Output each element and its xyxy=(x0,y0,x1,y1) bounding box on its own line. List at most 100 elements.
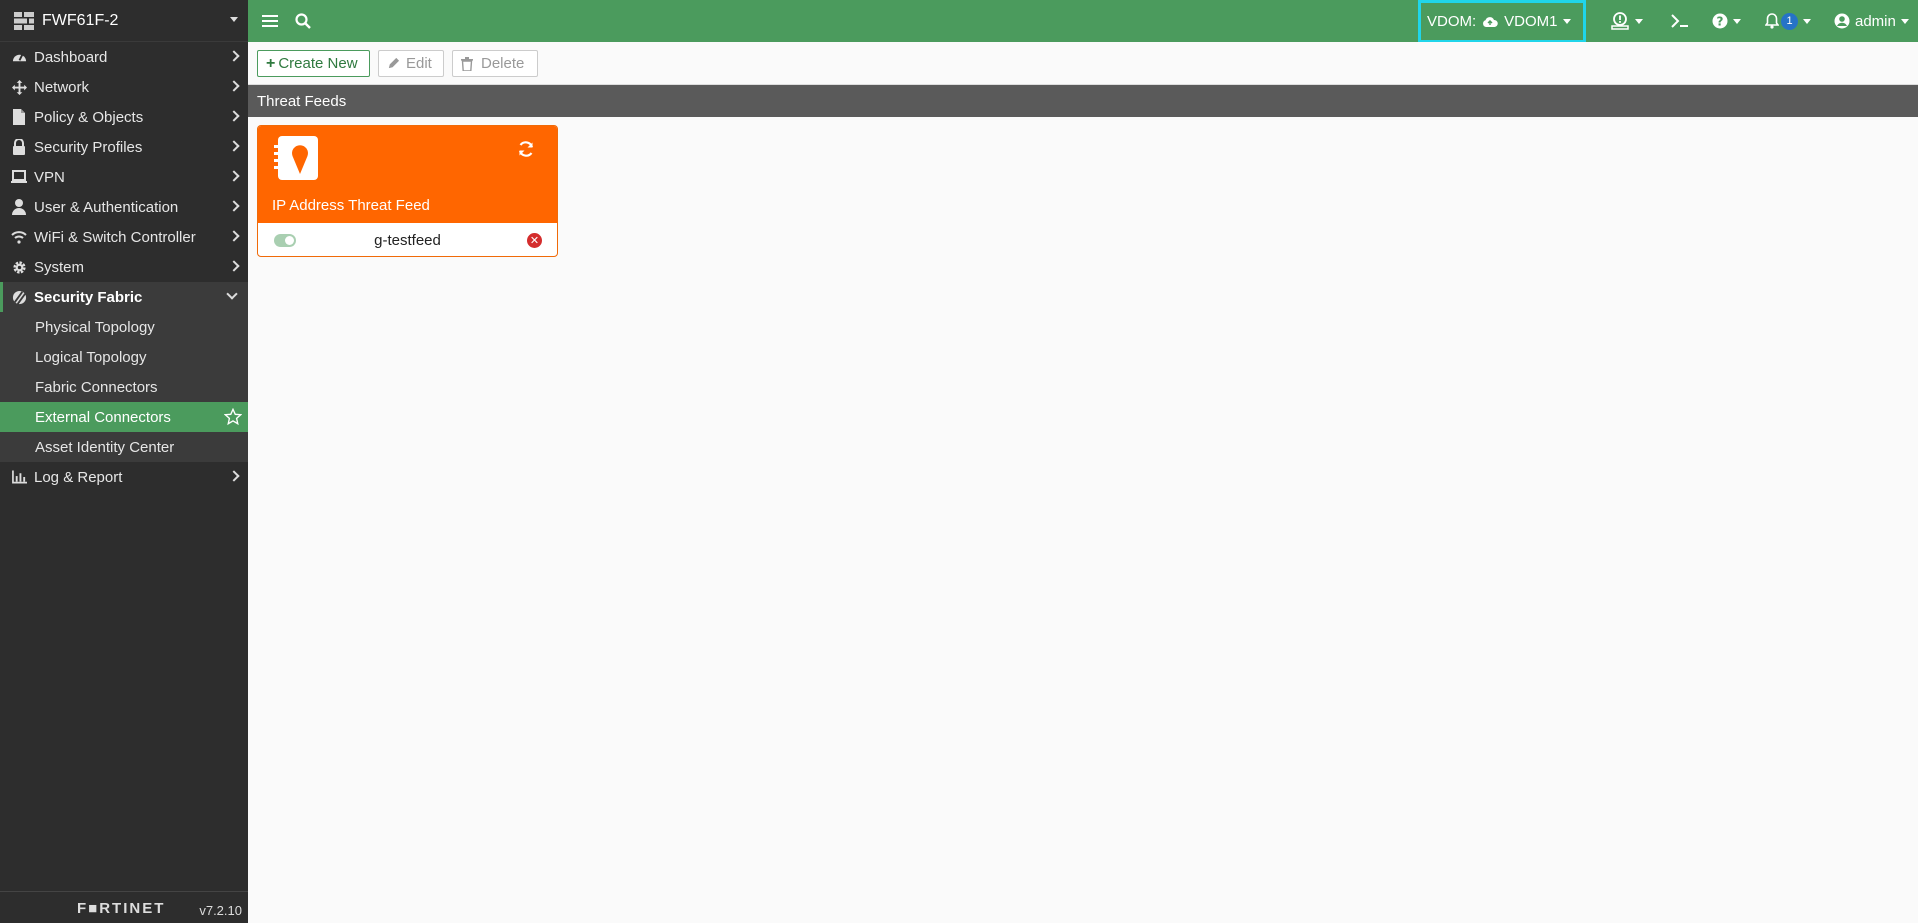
search-button[interactable] xyxy=(295,0,311,42)
nav-label: Fabric Connectors xyxy=(35,378,158,396)
menu-toggle-button[interactable] xyxy=(262,0,278,42)
nav-label: Physical Topology xyxy=(35,318,155,336)
firewall-icon xyxy=(14,11,34,30)
nav-user-authentication[interactable]: User & Authentication xyxy=(0,192,248,222)
caret-down-icon xyxy=(1803,18,1811,24)
version-label: v7.2.10 xyxy=(199,903,242,918)
device-selector[interactable]: FWF61F-2 xyxy=(0,0,248,42)
chevron-right-icon xyxy=(228,140,240,152)
nav-label: Dashboard xyxy=(34,48,108,66)
chevron-right-icon xyxy=(228,470,240,482)
edit-button[interactable]: Edit xyxy=(378,50,444,77)
nav-label: System xyxy=(34,258,85,276)
cli-console-button[interactable] xyxy=(1671,0,1689,42)
nav-fabric-connectors[interactable]: Fabric Connectors xyxy=(0,372,248,402)
nav-label: Asset Identity Center xyxy=(35,438,175,456)
address-book-icon xyxy=(274,136,318,180)
chevron-right-icon xyxy=(228,170,240,182)
nav-system[interactable]: System xyxy=(0,252,248,282)
user-name: admin xyxy=(1855,12,1896,30)
card-entry[interactable]: g-testfeed ✕ xyxy=(258,223,557,256)
star-favorite-icon[interactable] xyxy=(224,408,242,426)
nav-security-profiles[interactable]: Security Profiles xyxy=(0,132,248,162)
section-title: Threat Feeds xyxy=(257,92,347,110)
fortinet-logo: F■RTINET xyxy=(77,900,166,917)
sidebar-footer: F■RTINET v7.2.10 xyxy=(0,891,248,923)
chevron-right-icon xyxy=(228,110,240,122)
toolbar: + Create New Edit Delete xyxy=(248,42,1918,85)
nav-security-fabric[interactable]: Security Fabric xyxy=(0,282,248,312)
nav-label: External Connectors xyxy=(35,408,171,426)
wifi-icon xyxy=(11,229,27,245)
vdom-selector[interactable]: VDOM: VDOM1 xyxy=(1418,0,1586,43)
chevron-right-icon xyxy=(228,200,240,212)
card-title: IP Address Threat Feed xyxy=(272,197,430,214)
nav-label: Policy & Objects xyxy=(34,108,144,126)
bell-icon xyxy=(1765,13,1779,29)
feed-name: g-testfeed xyxy=(374,232,441,249)
search-icon xyxy=(295,13,311,29)
dashboard-icon xyxy=(11,49,27,65)
sidebar: FWF61F-2 Dashboard Network Policy & Obje… xyxy=(0,0,248,923)
nav-label: WiFi & Switch Controller xyxy=(34,228,196,246)
nav-label: Security Fabric xyxy=(34,288,143,306)
nav-physical-topology[interactable]: Physical Topology xyxy=(0,312,248,342)
svg-text:?: ? xyxy=(1717,15,1724,29)
remove-icon[interactable]: ✕ xyxy=(527,233,542,248)
nav-dashboard[interactable]: Dashboard xyxy=(0,42,248,72)
vdom-value: VDOM1 xyxy=(1504,13,1558,30)
vdom-label: VDOM: xyxy=(1427,13,1477,30)
nav-network[interactable]: Network xyxy=(0,72,248,102)
device-name: FWF61F-2 xyxy=(42,11,119,29)
help-button[interactable]: ? xyxy=(1712,0,1741,42)
delete-button[interactable]: Delete xyxy=(452,50,538,77)
notifications-button[interactable]: 1 xyxy=(1765,0,1811,42)
nav-policy-objects[interactable]: Policy & Objects xyxy=(0,102,248,132)
bar-chart-icon xyxy=(11,469,27,485)
laptop-icon xyxy=(11,169,27,185)
nav-external-connectors[interactable]: External Connectors xyxy=(0,402,248,432)
delete-label: Delete xyxy=(481,55,525,72)
threat-feed-card[interactable]: IP Address Threat Feed g-testfeed ✕ xyxy=(257,125,558,257)
nav-wifi-switch[interactable]: WiFi & Switch Controller xyxy=(0,222,248,252)
arrows-move-icon xyxy=(11,79,27,95)
chevron-right-icon xyxy=(228,230,240,242)
section-header: Threat Feeds xyxy=(248,85,1918,117)
plus-icon: + xyxy=(266,54,276,72)
gear-icon xyxy=(11,259,27,275)
nav-vpn[interactable]: VPN xyxy=(0,162,248,192)
create-new-label: Create New xyxy=(278,55,358,72)
nav-label: Security Profiles xyxy=(34,138,143,156)
chevron-down-icon xyxy=(226,288,238,300)
help-icon: ? xyxy=(1712,13,1728,29)
cloud-icon xyxy=(1483,16,1498,27)
chevron-right-icon xyxy=(228,50,240,62)
security-fabric-icon xyxy=(11,289,27,305)
caret-down-icon xyxy=(1733,18,1741,24)
nav-label: Logical Topology xyxy=(35,348,147,366)
create-new-button[interactable]: + Create New xyxy=(257,50,370,77)
caret-down-icon xyxy=(1635,18,1643,24)
chevron-right-icon xyxy=(228,260,240,272)
nav-label: Network xyxy=(34,78,90,96)
pencil-icon xyxy=(388,57,400,69)
trash-icon xyxy=(461,56,473,71)
nav-asset-identity-center[interactable]: Asset Identity Center xyxy=(0,432,248,462)
nav-label: User & Authentication xyxy=(34,198,179,216)
caret-down-icon xyxy=(1900,18,1909,24)
enable-toggle[interactable] xyxy=(274,234,296,247)
refresh-icon[interactable] xyxy=(517,140,535,158)
lock-icon xyxy=(11,139,27,155)
alert-monitor-icon xyxy=(1611,12,1629,30)
caret-down-icon xyxy=(230,17,238,22)
nav-log-report[interactable]: Log & Report xyxy=(0,462,248,492)
user-menu-button[interactable]: admin xyxy=(1834,0,1909,42)
caret-down-icon xyxy=(1562,19,1571,24)
card-header: IP Address Threat Feed xyxy=(258,126,557,223)
notification-count-badge: 1 xyxy=(1781,12,1798,30)
system-alert-button[interactable] xyxy=(1610,0,1643,42)
user-circle-icon xyxy=(1834,13,1850,29)
nav-label: VPN xyxy=(34,168,65,186)
edit-label: Edit xyxy=(406,55,432,72)
nav-logical-topology[interactable]: Logical Topology xyxy=(0,342,248,372)
